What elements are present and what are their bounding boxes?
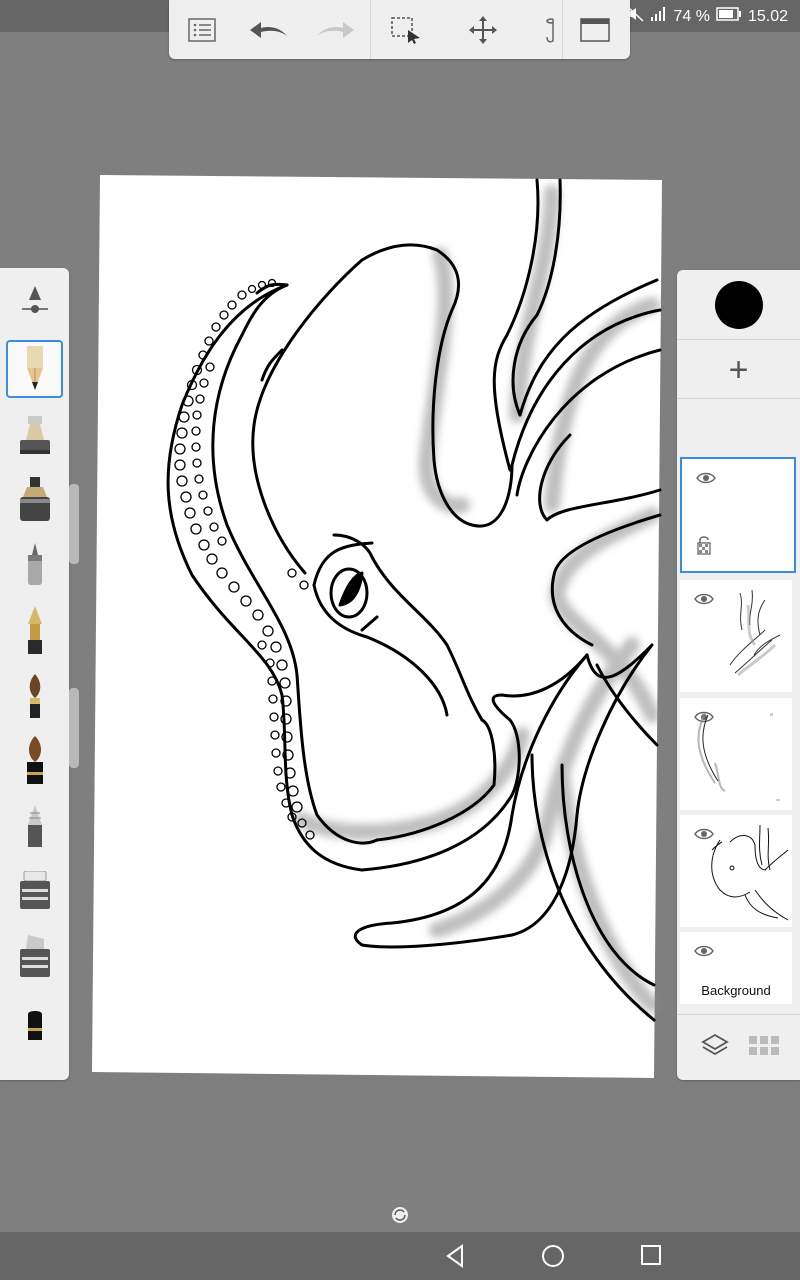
fountain-pen-icon[interactable] — [6, 602, 63, 660]
smudge-icon[interactable] — [6, 798, 63, 856]
menu-list-icon[interactable] — [182, 10, 222, 50]
ballpoint-pen-icon[interactable] — [6, 408, 63, 466]
signal-icon — [651, 7, 667, 26]
palette-handle-top[interactable] — [69, 484, 79, 564]
navigation-bar — [0, 1232, 800, 1280]
drawing-canvas[interactable] — [92, 175, 662, 1078]
top-toolbar — [169, 0, 630, 59]
battery-percent: 74 % — [673, 7, 710, 25]
panel-divider — [677, 1014, 800, 1015]
layers-panel: + Background — [677, 270, 800, 1080]
redo-icon[interactable] — [315, 10, 355, 50]
flat-marker-icon[interactable] — [6, 996, 63, 1054]
selection-icon[interactable] — [386, 10, 426, 50]
pencil-icon[interactable] — [6, 340, 63, 398]
layer-2[interactable] — [680, 580, 792, 692]
layers-icon[interactable] — [701, 1033, 729, 1064]
clock: 15.02 — [747, 7, 788, 25]
toolbar-divider — [370, 0, 371, 59]
layer-4[interactable] — [680, 815, 792, 927]
battery-icon — [716, 7, 742, 26]
panel-divider — [677, 398, 800, 399]
brush-palette — [0, 268, 69, 1080]
undo-icon[interactable] — [249, 10, 289, 50]
fullscreen-icon[interactable] — [575, 10, 615, 50]
add-layer-button[interactable]: + — [677, 350, 800, 390]
fill-bucket-icon[interactable] — [534, 10, 564, 50]
color-swatch[interactable] — [715, 281, 763, 329]
layer-3[interactable] — [680, 698, 792, 810]
airbrush-icon[interactable] — [6, 538, 63, 596]
marker-icon[interactable] — [6, 472, 63, 530]
layer-thumbnail — [711, 824, 789, 921]
ink-brush-icon[interactable] — [6, 732, 63, 790]
eye-icon[interactable] — [696, 471, 716, 490]
lock-transparency-icon[interactable] — [696, 535, 712, 560]
background-layer[interactable]: Background — [680, 932, 792, 1004]
palette-handle-bottom[interactable] — [69, 688, 79, 768]
grid-icon[interactable] — [749, 1036, 779, 1061]
canvas-rotate-icon[interactable] — [390, 1205, 410, 1230]
panel-divider — [677, 339, 800, 340]
background-layer-label: Background — [701, 983, 771, 998]
layer-thumbnail — [697, 712, 780, 801]
layer-thumbnail — [729, 589, 781, 677]
chisel-marker-icon[interactable] — [6, 928, 63, 986]
recent-apps-icon[interactable] — [640, 1244, 662, 1271]
move-transform-icon[interactable] — [463, 10, 503, 50]
brush-size-slider-icon[interactable] — [6, 270, 63, 328]
eraser-icon[interactable] — [6, 862, 63, 920]
mute-icon — [627, 6, 645, 27]
eye-icon[interactable] — [694, 944, 714, 963]
layer-1[interactable] — [680, 457, 796, 573]
eraser-2-icon[interactable] — [6, 1064, 63, 1080]
status-icons: 74 % 15.02 — [627, 6, 788, 27]
back-icon[interactable] — [444, 1244, 466, 1273]
home-icon[interactable] — [541, 1244, 565, 1273]
paint-brush-icon[interactable] — [6, 668, 63, 726]
